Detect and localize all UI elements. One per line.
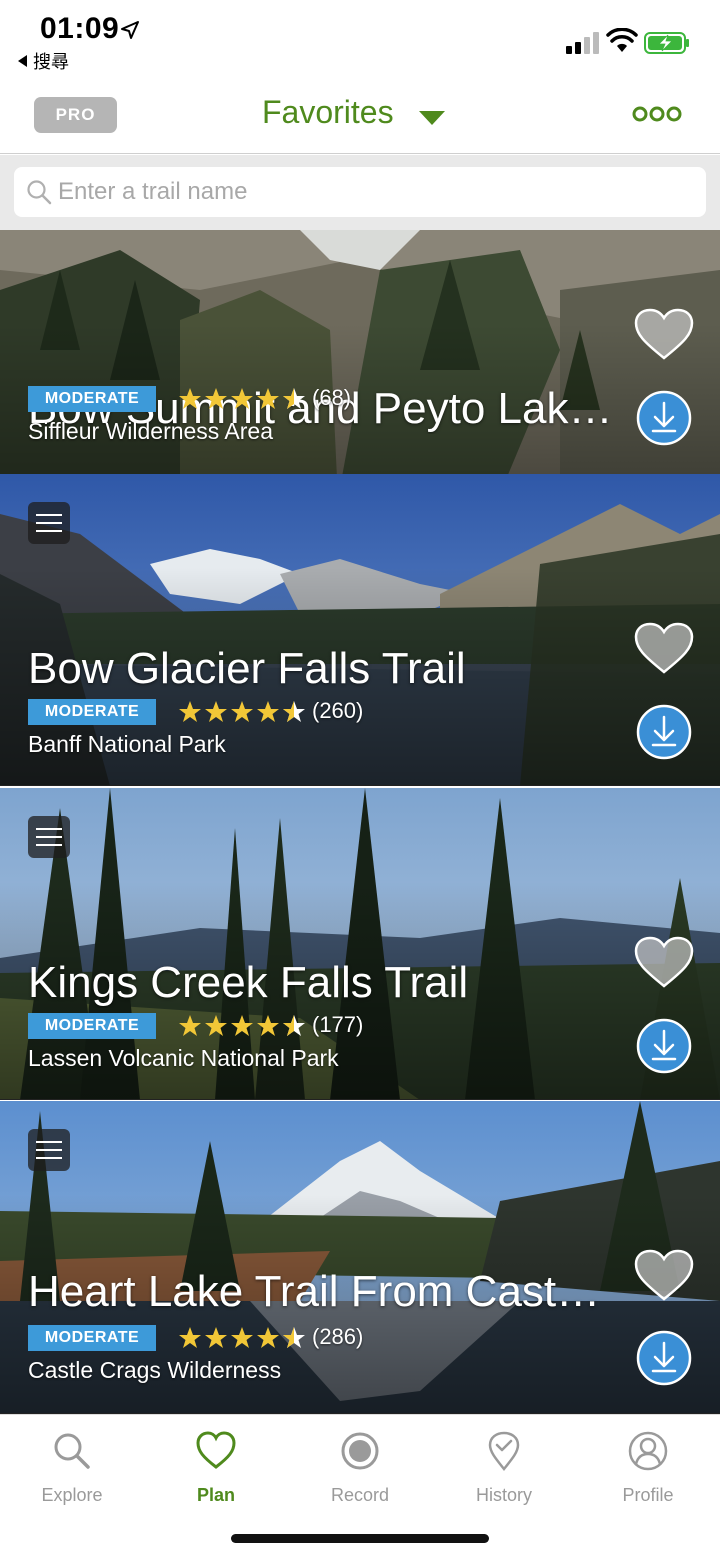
review-count: (177): [312, 1012, 364, 1037]
tab-label: Plan: [196, 1485, 235, 1505]
user-icon: [628, 1431, 668, 1471]
review-count: (68): [312, 385, 352, 410]
navigation-bar: PRO Favorites: [0, 80, 720, 154]
star-icon: [231, 1015, 253, 1036]
star-icon: [179, 388, 201, 409]
more-options-icon[interactable]: [632, 104, 682, 124]
trail-name[interactable]: Kings Creek Falls Trail: [28, 958, 628, 1008]
half-star-icon: [283, 1327, 305, 1348]
search-bar-area: [0, 155, 720, 230]
star-rating: [178, 698, 308, 726]
star-icon: [205, 701, 227, 722]
difficulty-badge: MODERATE: [28, 1013, 156, 1039]
star-icon: [205, 1015, 227, 1036]
download-icon[interactable]: [636, 1018, 692, 1074]
search-icon: [54, 1433, 90, 1469]
tab-profile[interactable]: Profile: [576, 1425, 720, 1515]
wifi-icon: [606, 28, 638, 52]
favorites-list-selector[interactable]: Favorites: [262, 94, 394, 131]
tab-label: Explore: [41, 1485, 103, 1505]
search-input[interactable]: [56, 167, 686, 217]
back-to-app-link[interactable]: 搜尋: [18, 48, 69, 74]
star-rating: [178, 385, 308, 413]
star-icon: [231, 388, 253, 409]
trail-card[interactable]: Heart Lake Trail From Castle... MODERATE…: [0, 1101, 720, 1414]
download-icon[interactable]: [636, 704, 692, 760]
star-icon: [257, 1327, 279, 1348]
tab-history[interactable]: History: [432, 1425, 576, 1515]
status-bar: 01:09 搜尋: [0, 0, 720, 80]
location-arrow-icon: [121, 21, 139, 39]
tab-explore[interactable]: Explore: [0, 1425, 144, 1515]
review-count: (260): [312, 698, 364, 723]
battery-charging-icon: [644, 32, 689, 54]
star-icon: [179, 1015, 201, 1036]
heart-icon: [196, 1431, 236, 1469]
review-count: (286): [312, 1324, 364, 1349]
trail-location: Castle Crags Wilderness: [28, 1357, 282, 1383]
tab-label: Profile: [622, 1485, 674, 1505]
star-icon: [205, 1327, 227, 1348]
trail-card[interactable]: Kings Creek Falls Trail MODERATE (177) L…: [0, 788, 720, 1100]
trail-location: Banff National Park: [28, 731, 226, 757]
record-icon: [341, 1432, 379, 1470]
search-icon: [27, 180, 52, 205]
favorite-heart-icon[interactable]: [634, 936, 694, 988]
difficulty-badge: MODERATE: [28, 1325, 156, 1351]
download-icon[interactable]: [636, 390, 692, 446]
star-icon: [179, 701, 201, 722]
star-rating: [178, 1012, 308, 1040]
trail-card[interactable]: Bow Glacier Falls Trail MODERATE (260) B…: [0, 474, 720, 786]
favorite-heart-icon[interactable]: [634, 308, 694, 360]
back-app-label: 搜尋: [33, 52, 69, 72]
status-time: 01:09: [40, 12, 120, 45]
half-star-icon: [283, 701, 305, 722]
cellular-signal-icon: [566, 32, 602, 54]
trail-name[interactable]: Heart Lake Trail From Castle...: [28, 1267, 608, 1317]
trail-name[interactable]: Bow Glacier Falls Trail: [28, 644, 628, 694]
star-icon: [257, 701, 279, 722]
reorder-menu-icon[interactable]: [28, 502, 70, 544]
trail-location: Lassen Volcanic National Park: [28, 1045, 339, 1071]
half-star-icon: [283, 1015, 305, 1036]
chevron-down-icon[interactable]: [418, 110, 446, 126]
half-star-icon: [283, 388, 305, 409]
reorder-menu-icon[interactable]: [28, 1129, 70, 1171]
star-icon: [231, 701, 253, 722]
download-icon[interactable]: [636, 1330, 692, 1386]
pro-button[interactable]: PRO: [34, 97, 117, 133]
star-rating: [178, 1324, 308, 1352]
reorder-menu-icon[interactable]: [28, 816, 70, 858]
tab-label: Record: [330, 1485, 390, 1505]
favorite-heart-icon[interactable]: [634, 1249, 694, 1301]
difficulty-badge: MODERATE: [28, 699, 156, 725]
tab-label: History: [475, 1485, 532, 1505]
search-box[interactable]: [14, 167, 706, 217]
star-icon: [179, 1327, 201, 1348]
tab-record[interactable]: Record: [288, 1425, 432, 1515]
tab-plan[interactable]: Plan: [144, 1425, 288, 1515]
location-check-icon: [488, 1431, 520, 1471]
difficulty-badge: MODERATE: [28, 386, 156, 412]
star-icon: [231, 1327, 253, 1348]
star-icon: [257, 1015, 279, 1036]
trail-location: Siffleur Wilderness Area: [28, 418, 274, 444]
favorite-heart-icon[interactable]: [634, 622, 694, 674]
star-icon: [257, 388, 279, 409]
home-indicator: [231, 1534, 489, 1543]
back-triangle-icon: [18, 55, 27, 67]
star-icon: [205, 388, 227, 409]
